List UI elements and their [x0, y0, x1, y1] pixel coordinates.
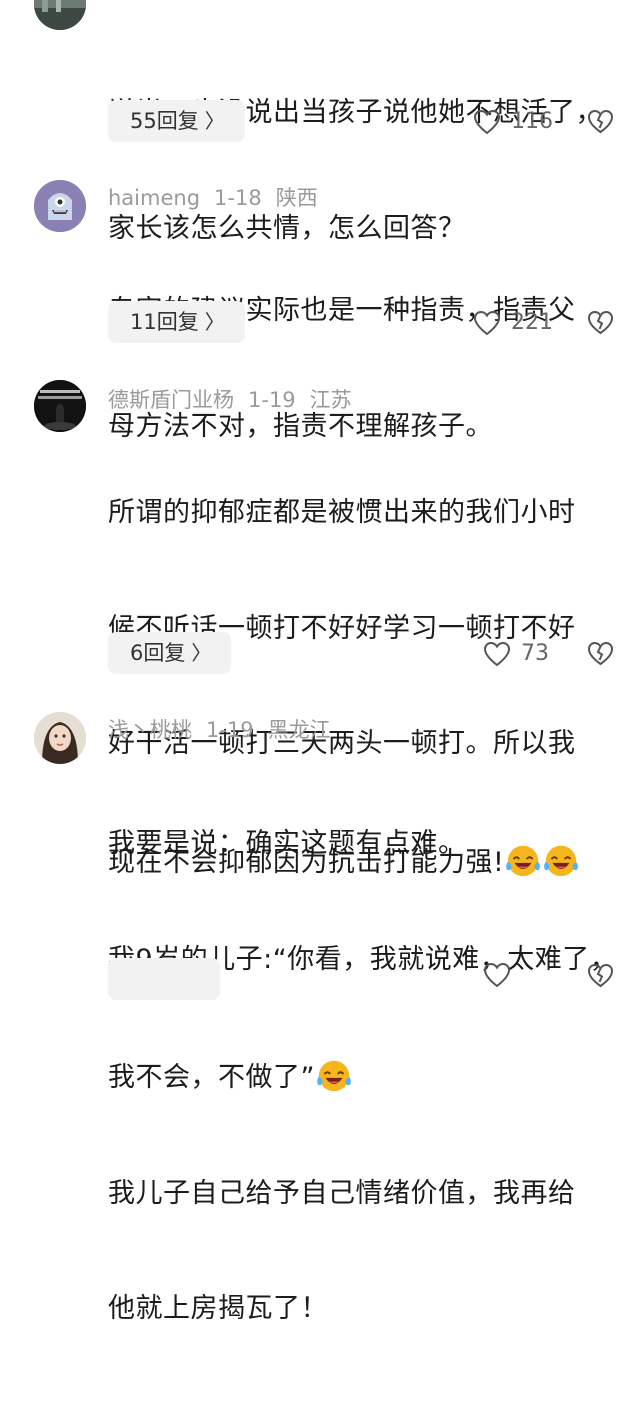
- comment-line: 我不会，不做了”: [108, 1056, 628, 1098]
- author-name[interactable]: 德斯盾门业杨: [108, 388, 234, 412]
- heart-outline-icon[interactable]: [473, 310, 501, 336]
- comment-meta: haimeng 1-18 陕西: [108, 182, 332, 212]
- comment-date: 1-19: [248, 388, 296, 412]
- view-replies-button[interactable]: 55回复〉: [108, 100, 245, 142]
- like-count: 221: [511, 310, 553, 335]
- comment-location: 江苏: [309, 388, 352, 412]
- view-replies-button[interactable]: [108, 958, 220, 1000]
- like-count: 116: [511, 109, 553, 134]
- chevron-right-icon: 〉: [191, 641, 212, 665]
- comment-text: 我要是说：确实这题有点难。 我9岁的儿子:“你看，我就说难，太难了， 我不会，不…: [108, 748, 628, 1406]
- avatar[interactable]: [34, 0, 86, 30]
- comment-line: 他就上房揭瓦了！: [108, 1293, 328, 1324]
- view-replies-button[interactable]: 11回复〉: [108, 301, 245, 343]
- avatar[interactable]: [34, 712, 86, 764]
- comment-line: 所谓的抑郁症都是被惯出来的我们小时: [108, 497, 576, 528]
- comment-meta: 浅丶桃桃 1-19 黑龙江: [108, 714, 345, 744]
- avatar[interactable]: [34, 380, 86, 432]
- comment-location: 黑龙江: [267, 718, 331, 742]
- author-name[interactable]: haimeng: [108, 186, 200, 210]
- comment-line: 我儿子自己给予自己情绪价值，我再给: [108, 1177, 576, 1209]
- chevron-right-icon: 〉: [204, 310, 225, 334]
- comment-date: 1-19: [206, 718, 254, 742]
- author-name[interactable]: 浅丶桃桃: [108, 718, 192, 742]
- comment-date: 1-18: [214, 186, 262, 210]
- heart-outline-icon[interactable]: [483, 962, 511, 988]
- broken-heart-icon[interactable]: [587, 962, 614, 989]
- reply-count: 6回复: [130, 641, 186, 665]
- heart-outline-icon[interactable]: [483, 641, 511, 667]
- reply-count: 55回复: [130, 109, 199, 133]
- comment-location: 陕西: [275, 186, 318, 210]
- comment-meta: 德斯盾门业杨 1-19 江苏: [108, 384, 366, 414]
- view-replies-button[interactable]: 6回复〉: [108, 632, 232, 674]
- reply-count: 11回复: [130, 310, 199, 334]
- laughing-crying-emoji-icon: [315, 1056, 353, 1094]
- avatar[interactable]: [34, 180, 86, 232]
- broken-heart-icon[interactable]: [587, 309, 614, 336]
- comment-line: 我要是说：确实这题有点难。: [108, 828, 466, 859]
- broken-heart-icon[interactable]: [587, 108, 614, 135]
- chevron-right-icon: 〉: [204, 109, 225, 133]
- broken-heart-icon[interactable]: [587, 640, 614, 667]
- like-count: 73: [521, 641, 549, 666]
- heart-outline-icon[interactable]: [473, 109, 501, 135]
